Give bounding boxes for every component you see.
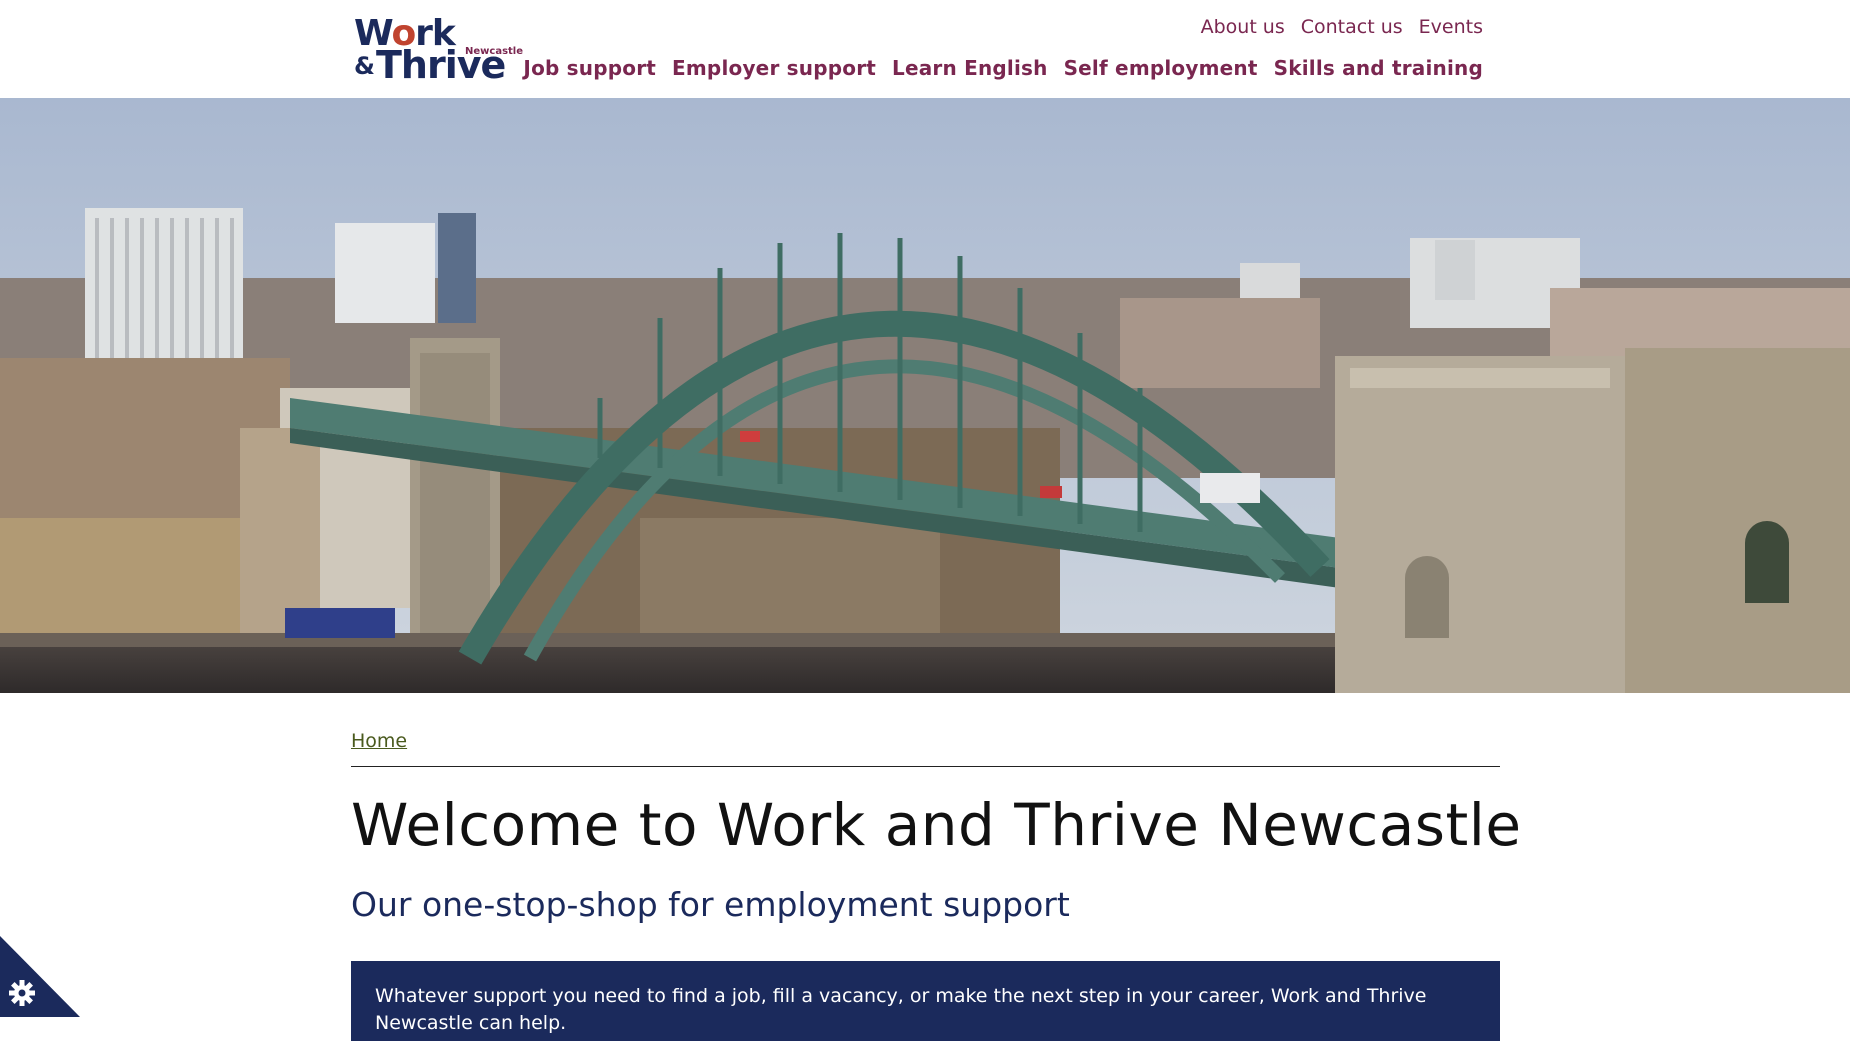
intro-text: Whatever support you need to find a job,…: [375, 985, 1427, 1034]
nav-about-us[interactable]: About us: [1201, 16, 1285, 38]
nav-skills-and-training[interactable]: Skills and training: [1274, 56, 1483, 80]
hero-image-tyne-bridge: [0, 98, 1850, 693]
nav-employer-support[interactable]: Employer support: [672, 56, 876, 80]
site-logo[interactable]: Work & Thrive Newcastle: [354, 16, 523, 85]
nav-events[interactable]: Events: [1419, 16, 1483, 38]
nav-learn-english[interactable]: Learn English: [892, 56, 1048, 80]
logo-city: Newcastle: [465, 46, 524, 57]
cookie-settings-button[interactable]: [0, 936, 80, 1017]
logo-ampersand: &: [354, 52, 375, 80]
nav-contact-us[interactable]: Contact us: [1301, 16, 1403, 38]
main-nav: Job support Employer support Learn Engli…: [523, 56, 1483, 80]
nav-self-employment[interactable]: Self employment: [1064, 56, 1258, 80]
page-title: Welcome to Work and Thrive Newcastle: [351, 791, 1522, 859]
utility-nav: About us Contact us Events: [1201, 16, 1483, 38]
site-header: Work & Thrive Newcastle About us Contact…: [0, 0, 1850, 98]
nav-job-support[interactable]: Job support: [523, 56, 656, 80]
breadcrumb-home[interactable]: Home: [351, 730, 407, 752]
gear-icon: [9, 980, 35, 1006]
intro-callout: Whatever support you need to find a job,…: [351, 961, 1500, 1041]
page-subtitle: Our one-stop-shop for employment support: [351, 885, 1070, 924]
breadcrumb-divider: [351, 766, 1500, 767]
